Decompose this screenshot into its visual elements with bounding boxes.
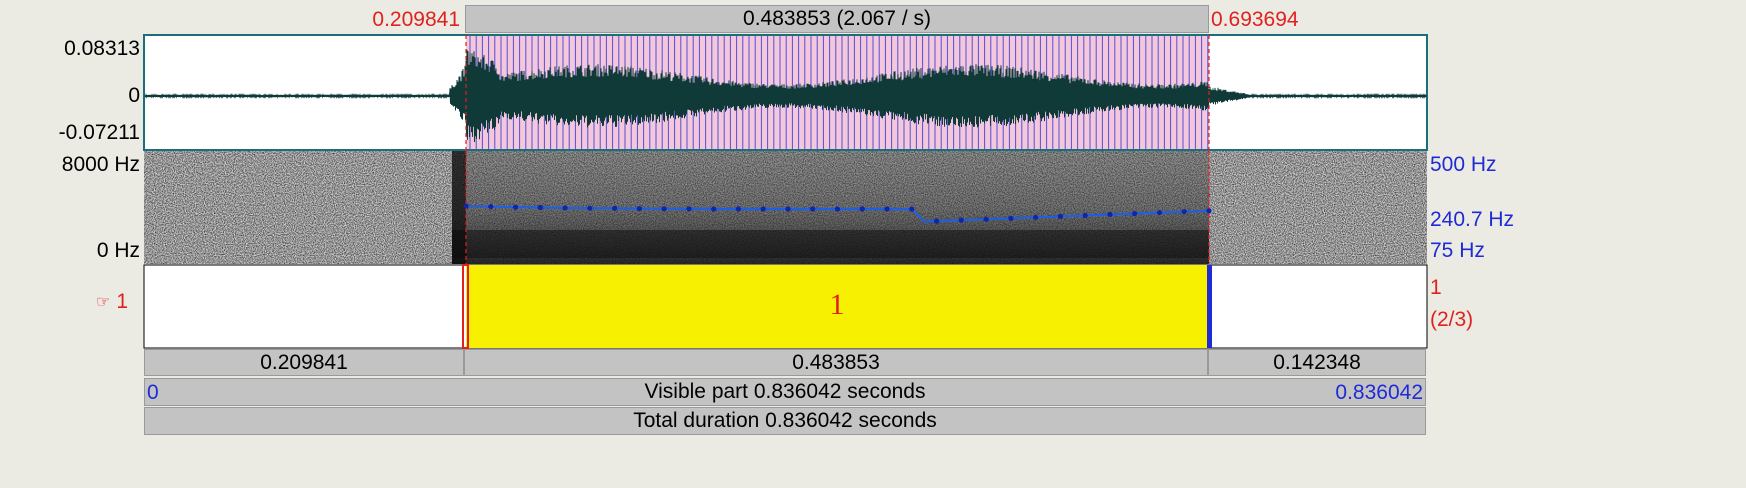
pitch-point	[587, 205, 593, 211]
pitch-point	[760, 206, 766, 212]
segment-left-bar[interactable]: 0.209841	[144, 349, 464, 376]
pitch-point	[1033, 214, 1039, 220]
pitch-point	[735, 206, 742, 212]
pitch-point	[537, 204, 543, 211]
total-duration-label: Total duration 0.836042 seconds	[633, 409, 937, 432]
visible-start-label: 0	[147, 381, 159, 404]
segment-middle-bar[interactable]: 0.483853	[464, 349, 1208, 376]
segment-right-bar[interactable]: 0.142348	[1208, 349, 1426, 376]
pitch-point	[661, 206, 667, 212]
segment-middle-label: 0.483853	[792, 350, 880, 374]
total-duration-bar[interactable]: Total duration 0.836042 seconds	[144, 407, 1426, 435]
pitch-point	[1156, 210, 1163, 216]
pitch-point	[636, 206, 643, 212]
pitch-point	[1082, 212, 1088, 219]
pitch-point	[834, 206, 841, 212]
pitch-point	[686, 206, 692, 212]
pitch-point	[909, 206, 915, 212]
pitch-point	[1057, 213, 1063, 219]
segment-left-label: 0.209841	[260, 350, 348, 374]
visible-part-bar[interactable]: Visible part 0.836042 seconds	[144, 378, 1426, 406]
pitch-point	[1107, 211, 1113, 218]
spectrogram-panel[interactable]	[144, 151, 1427, 264]
pitch-point	[785, 206, 791, 212]
pitch-point	[859, 206, 865, 212]
interval-boundary-right[interactable]	[1207, 265, 1212, 348]
pitch-point	[1008, 215, 1014, 221]
pitch-point	[983, 216, 989, 222]
pitch-point	[1206, 208, 1212, 214]
pitch-point	[810, 206, 816, 212]
pitch-point	[711, 206, 717, 212]
pitch-point	[1181, 209, 1187, 215]
interval-text: 1	[830, 288, 845, 321]
pitch-point	[934, 218, 940, 224]
visible-end-label: 0.836042	[1335, 381, 1423, 404]
pitch-point	[512, 204, 519, 210]
segment-right-label: 0.142348	[1273, 350, 1361, 374]
textgrid-tier[interactable]: 1	[143, 264, 1428, 349]
pitch-point	[1132, 211, 1138, 217]
pitch-point	[958, 217, 964, 223]
pitch-point	[884, 206, 890, 212]
pitch-point	[562, 205, 568, 211]
pitch-point	[463, 203, 469, 209]
pitch-point	[612, 205, 618, 211]
visible-part-label: Visible part 0.836042 seconds	[644, 380, 926, 403]
pitch-point	[488, 204, 494, 210]
low-formant-band	[452, 230, 1209, 258]
